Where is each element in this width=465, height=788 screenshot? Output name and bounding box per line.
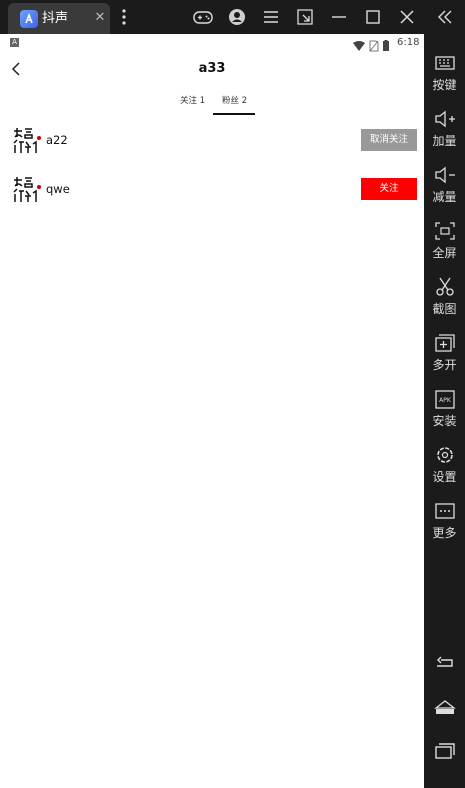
- app-tab-title: 抖声: [42, 11, 69, 26]
- user-name: a22: [46, 133, 68, 147]
- home-icon: [434, 700, 456, 714]
- apk-icon: APK: [435, 390, 455, 409]
- phone-screen: A 6:18 a33 关注 1 粉丝 2 a22 取消关注 qwe 关注: [0, 34, 424, 788]
- close-window-icon[interactable]: [396, 6, 418, 28]
- sidebar-item-more[interactable]: 更多: [424, 496, 465, 552]
- user-name: qwe: [46, 182, 70, 196]
- app-tab[interactable]: 抖声 ✕: [8, 3, 110, 34]
- sidebar-item-volume-up[interactable]: 加量: [424, 104, 465, 160]
- sidebar-item-label: 按键: [432, 78, 457, 92]
- app-icon: [20, 10, 38, 28]
- svg-text:APK: APK: [439, 397, 452, 404]
- sidebar-item-label: 安装: [432, 414, 457, 428]
- fullscreen-icon: [435, 222, 455, 240]
- list-item[interactable]: qwe 关注: [0, 169, 424, 209]
- sidebar-item-label: 减量: [432, 190, 457, 204]
- tab-following[interactable]: 关注 1: [180, 95, 205, 107]
- resize-window-icon[interactable]: [294, 6, 316, 28]
- hamburger-menu-icon[interactable]: [260, 6, 282, 28]
- sidebar-item-multi-instance[interactable]: 多开: [424, 328, 465, 384]
- sidebar-item-settings[interactable]: 设置: [424, 440, 465, 496]
- android-back-button[interactable]: [424, 648, 465, 678]
- sidebar-item-label: 更多: [432, 526, 457, 540]
- sidebar-item-label: 多开: [432, 358, 457, 372]
- notification-icon: A: [10, 38, 19, 47]
- android-recents-button[interactable]: [424, 736, 465, 766]
- more-icon: [435, 503, 455, 519]
- multi-instance-icon: [435, 334, 455, 352]
- android-home-button[interactable]: [424, 692, 465, 722]
- list-item[interactable]: a22 取消关注: [0, 120, 424, 160]
- wifi-icon: [353, 41, 365, 51]
- status-bar: A 6:18: [0, 34, 424, 52]
- battery-icon: [383, 41, 389, 51]
- tab-bar: 关注 1 粉丝 2: [0, 92, 424, 116]
- gamepad-icon[interactable]: [192, 6, 214, 28]
- collapse-sidebar-icon[interactable]: [434, 6, 456, 28]
- sidebar-item-screenshot[interactable]: 截图: [424, 272, 465, 328]
- status-icons: [352, 37, 394, 52]
- avatar: [12, 174, 42, 204]
- sidebar-item-fullscreen[interactable]: 全屏: [424, 216, 465, 272]
- sidebar-item-label: 截图: [432, 302, 457, 316]
- maximize-icon[interactable]: [362, 6, 384, 28]
- volume-up-icon: [435, 110, 455, 128]
- kebab-menu-icon[interactable]: [118, 6, 130, 28]
- volume-down-icon: [435, 166, 455, 184]
- active-tab-indicator: [213, 113, 255, 115]
- back-icon: [437, 656, 453, 667]
- sidebar-item-label: 设置: [432, 470, 457, 484]
- page-title: a33: [198, 61, 226, 76]
- emulator-sidebar: 按键 加量 减量 全屏 截图 多开 APK 安装 设置 更多: [424, 34, 465, 788]
- avatar: [12, 125, 42, 155]
- account-icon[interactable]: [226, 6, 248, 28]
- sidebar-item-label: 加量: [432, 134, 457, 148]
- sidebar-item-keys[interactable]: 按键: [424, 48, 465, 104]
- gear-icon: [437, 447, 453, 463]
- scissors-icon: [436, 277, 454, 296]
- tab-followers[interactable]: 粉丝 2: [222, 95, 247, 107]
- sidebar-item-volume-down[interactable]: 减量: [424, 160, 465, 216]
- keyboard-icon: [435, 56, 455, 70]
- minimize-icon[interactable]: [328, 6, 350, 28]
- follow-button[interactable]: 关注: [361, 178, 417, 200]
- tab-close-icon[interactable]: ✕: [92, 10, 108, 26]
- sidebar-item-label: 全屏: [432, 246, 457, 260]
- status-time: 6:18: [397, 37, 420, 48]
- emulator-title-bar: 抖声 ✕: [0, 0, 465, 34]
- unfollow-button[interactable]: 取消关注: [361, 129, 417, 151]
- sidebar-item-install-apk[interactable]: APK 安装: [424, 384, 465, 440]
- recents-icon: [435, 743, 455, 759]
